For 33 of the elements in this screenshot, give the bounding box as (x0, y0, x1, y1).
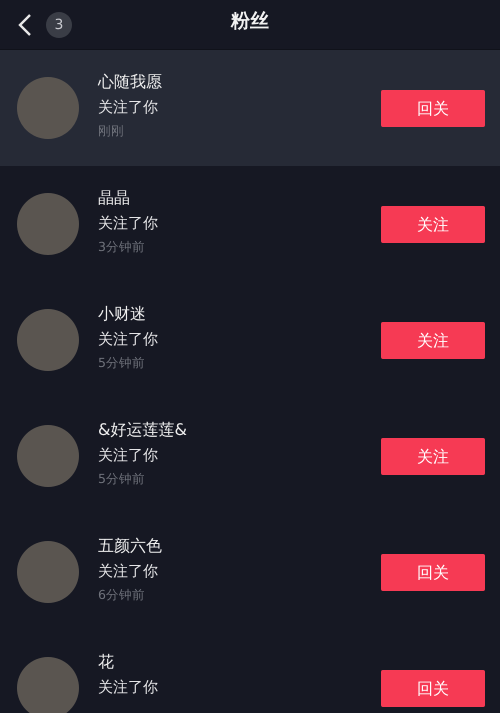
back-icon[interactable] (18, 12, 32, 36)
follow-notice: 关注了你 (98, 562, 159, 580)
follower-name: 心随我愿 (98, 72, 163, 92)
follow-notice: 关注了你 (98, 98, 159, 116)
follower-row[interactable]: 晶晶 关注了你 3分钟前 关注 (0, 166, 500, 282)
page-title: 粉丝 (231, 9, 269, 34)
follow-notice: 关注了你 (98, 678, 159, 696)
follower-row[interactable]: 五颜六色 关注了你 6分钟前 回关 (0, 514, 500, 630)
follow-button[interactable]: 回关 (381, 554, 485, 591)
follow-notice: 关注了你 (98, 446, 159, 464)
follow-button[interactable]: 回关 (381, 90, 485, 127)
follow-button[interactable]: 关注 (381, 438, 485, 475)
follower-name: 小财迷 (98, 304, 147, 324)
follow-time: 5分钟前 (98, 471, 146, 486)
follow-time: 5分钟前 (98, 355, 146, 370)
follow-time: 刚刚 (98, 123, 125, 138)
follower-row[interactable]: 花 关注了你 回关 (0, 630, 500, 713)
follower-name: &好运莲莲& (98, 420, 188, 440)
follow-button[interactable]: 关注 (381, 206, 485, 243)
follower-name: 五颜六色 (98, 536, 163, 556)
follower-name: 花 (98, 652, 115, 672)
unread-count-badge: 3 (46, 12, 72, 38)
follower-row[interactable]: &好运莲莲& 关注了你 5分钟前 关注 (0, 398, 500, 514)
follower-row[interactable]: 心随我愿 关注了你 刚刚 回关 (0, 50, 500, 166)
follow-time: 3分钟前 (98, 239, 146, 254)
follower-name: 晶晶 (98, 188, 131, 208)
follow-notice: 关注了你 (98, 214, 159, 232)
follow-button[interactable]: 关注 (381, 322, 485, 359)
avatar-photo-placeholder (17, 657, 79, 713)
follow-button[interactable]: 回关 (381, 670, 485, 707)
follow-notice: 关注了你 (98, 330, 159, 348)
follower-row[interactable]: 小财迷 关注了你 5分钟前 关注 (0, 282, 500, 398)
follow-time: 6分钟前 (98, 587, 146, 602)
